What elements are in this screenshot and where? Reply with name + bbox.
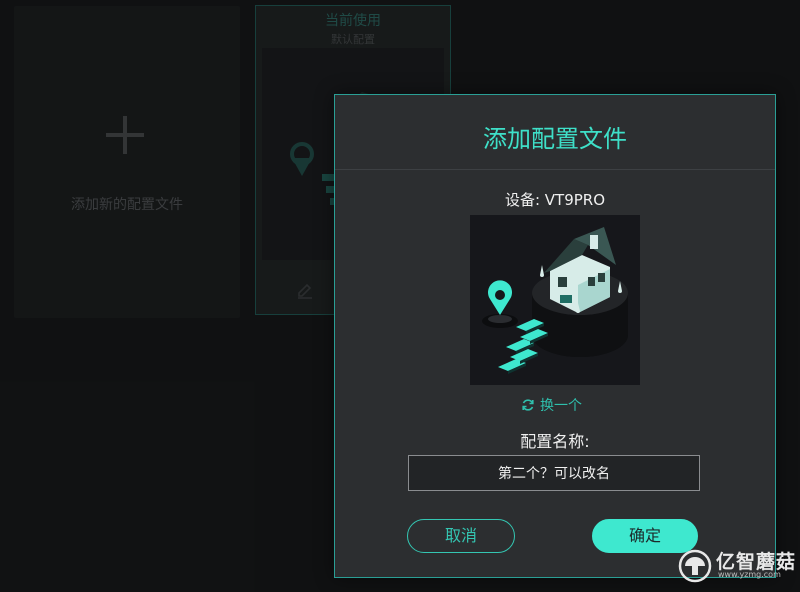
profile-preview-image [470,215,640,385]
dialog-divider [335,169,775,170]
watermark: 亿智蘑菇 www.yzmg.com [678,546,796,586]
location-pin-icon [482,280,518,328]
device-label: 设备: VT9PRO [504,191,606,209]
profile-name-input[interactable] [408,455,700,491]
cancel-button[interactable]: 取消 [407,519,515,553]
mushroom-logo-icon [678,549,712,583]
refresh-icon [522,399,534,411]
swap-label: 换一个 [540,398,582,414]
add-profile-dialog: 添加配置文件 设备: VT9PRO 换一个 配置名称: 第二个？可以改名 取消 … [334,94,776,578]
profile-name-label: 配置名称: [520,432,590,451]
swap-image-button[interactable]: 换一个 [521,395,582,415]
watermark-url: www.yzmg.com [718,570,781,579]
dialog-title: 添加配置文件 [483,125,627,153]
